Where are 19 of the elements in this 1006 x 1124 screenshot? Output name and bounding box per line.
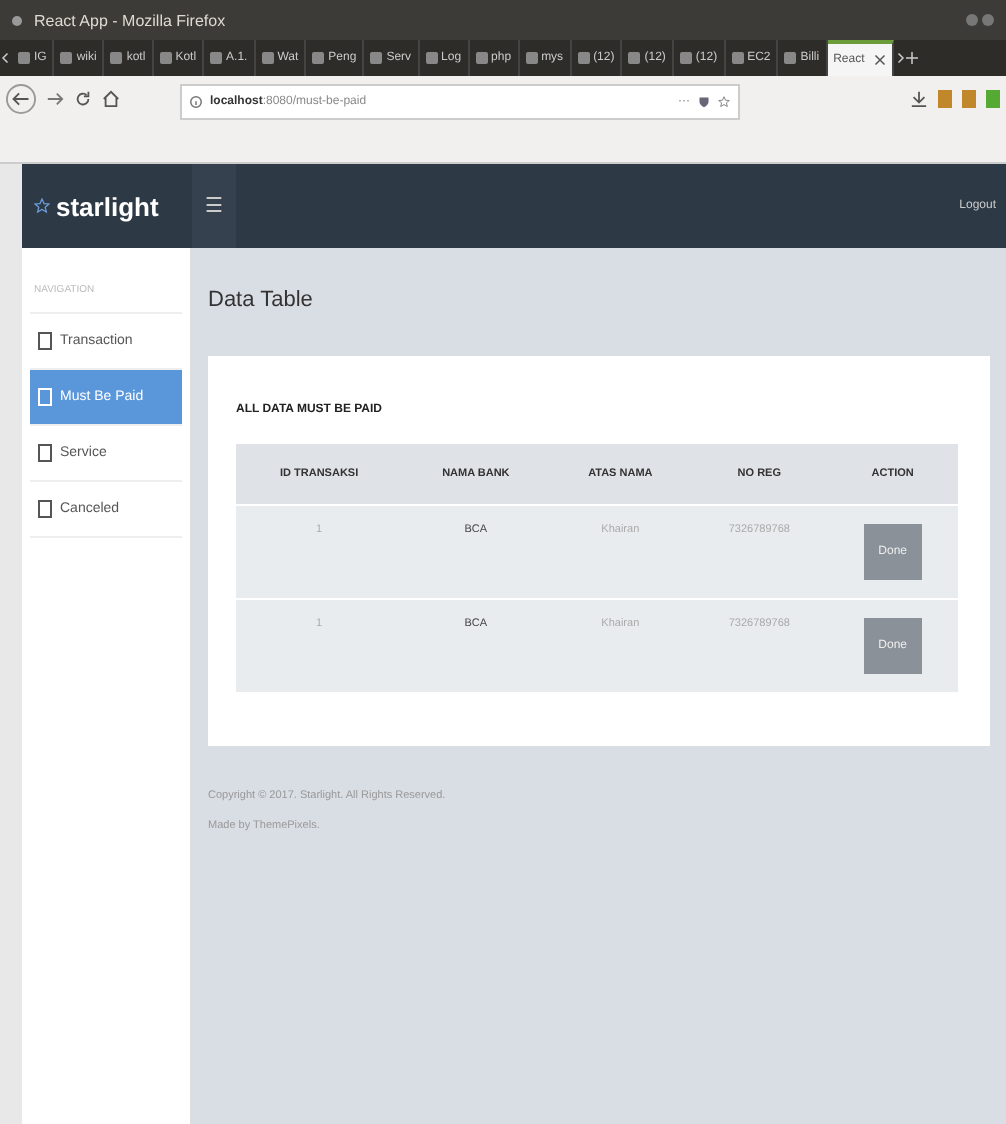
back-icon[interactable] [6,84,36,114]
tab-scroll-right-icon[interactable] [894,52,907,64]
window-icon [12,15,22,25]
window-title: React App - Mozilla Firefox [34,11,226,29]
minimize-icon[interactable] [966,14,978,26]
bookmark-star-icon[interactable] [718,96,730,108]
forward-icon[interactable] [46,90,64,108]
menu-button[interactable]: ☰ [192,164,236,248]
new-tab-icon[interactable] [906,52,919,64]
shield-icon[interactable] [698,96,710,108]
close-icon[interactable] [982,14,994,26]
home-icon[interactable] [102,90,120,108]
page-title: Data Table [208,286,315,316]
close-tab-icon[interactable] [874,54,887,66]
info-icon[interactable] [190,96,202,108]
reload-icon[interactable] [74,90,92,108]
star-icon [34,198,50,214]
download-icon[interactable] [910,90,928,108]
tab-scroll-left-icon[interactable] [0,52,12,64]
